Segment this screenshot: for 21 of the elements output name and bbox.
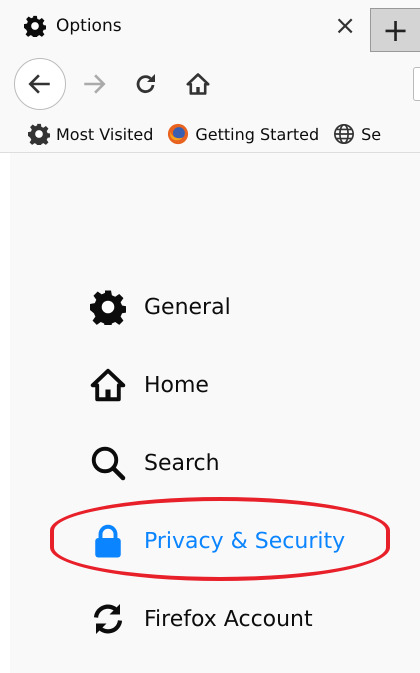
close-tab-button[interactable]: × — [320, 11, 370, 41]
new-tab-button[interactable]: + — [370, 8, 420, 52]
tab-title: Options — [56, 16, 123, 36]
reload-icon — [134, 72, 158, 96]
sidebar-item[interactable]: Home — [90, 363, 209, 407]
globe-icon — [333, 123, 356, 145]
bookmark-item[interactable]: Most Visited — [28, 123, 154, 145]
bookmark-item[interactable]: Getting Started — [167, 123, 320, 145]
url-field[interactable] — [413, 67, 420, 101]
sidebar-item[interactable]: Search — [90, 441, 220, 485]
gear-icon — [24, 15, 46, 37]
home-icon — [186, 72, 210, 96]
search-icon — [90, 445, 126, 481]
sidebar-item[interactable]: General — [90, 285, 231, 329]
back-button[interactable] — [14, 58, 66, 110]
gear-icon — [90, 289, 126, 325]
browser-logo-icon — [167, 123, 190, 145]
gear-icon — [28, 123, 50, 145]
home-icon — [90, 367, 126, 403]
sidebar-item[interactable]: Firefox Account — [90, 597, 313, 641]
bookmark-item[interactable]: Se — [333, 123, 382, 145]
